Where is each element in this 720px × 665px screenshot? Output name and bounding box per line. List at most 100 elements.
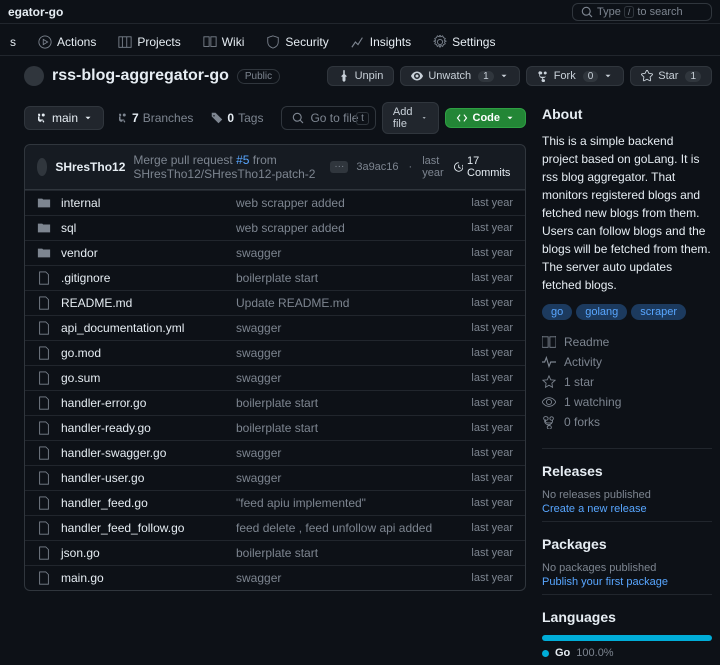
file-name[interactable]: json.go [61,546,236,560]
topic-go[interactable]: go [542,304,572,320]
nav-projects[interactable]: Projects [108,31,190,53]
file-name[interactable]: api_documentation.yml [61,321,236,335]
file-name[interactable]: go.sum [61,371,236,385]
fork-icon [542,415,556,429]
file-commit-msg[interactable]: swagger [236,321,463,335]
file-commit-msg[interactable]: swagger [236,371,463,385]
file-time: last year [471,447,513,459]
file-time: last year [471,297,513,309]
file-name[interactable]: README.md [61,296,236,310]
releases-heading[interactable]: Releases [542,463,712,479]
file-commit-msg[interactable]: feed delete , feed unfollow api added [236,521,463,535]
owner-avatar[interactable] [24,66,44,86]
file-commit-msg[interactable]: swagger [236,446,463,460]
visibility-badge: Public [237,69,280,84]
file-commit-msg[interactable]: boilerplate start [236,271,463,285]
watching-link[interactable]: 1 watching [542,392,712,412]
project-icon [118,35,132,49]
eye-icon [411,70,423,82]
branches-link[interactable]: 7Branches [110,111,199,125]
expand-commit-button[interactable]: ··· [330,161,348,173]
file-commit-msg[interactable]: "feed apiu implemented" [236,496,463,510]
language-go[interactable]: Go 100.0% [542,647,712,659]
file-icon [37,296,51,310]
file-name[interactable]: internal [61,196,236,210]
activity-link[interactable]: Activity [542,352,712,372]
file-name[interactable]: handler-error.go [61,396,236,410]
file-row: main.goswaggerlast year [25,565,525,590]
publish-package-link[interactable]: Publish your first package [542,576,712,588]
search-input[interactable]: Type / to search [572,3,712,21]
file-name[interactable]: handler_feed.go [61,496,236,510]
commits-link[interactable]: 17 Commits [454,155,513,179]
file-name[interactable]: vendor [61,246,236,260]
file-row: handler_feed_follow.gofeed delete , feed… [25,515,525,540]
tags-link[interactable]: 0Tags [205,111,269,125]
file-commit-msg[interactable]: web scrapper added [236,196,463,210]
add-file-button[interactable]: Add file [382,102,439,134]
file-name[interactable]: handler-swagger.go [61,446,236,460]
language-bar [542,635,712,641]
file-time: last year [471,272,513,284]
nav-security[interactable]: Security [256,31,338,53]
file-commit-msg[interactable]: swagger [236,471,463,485]
go-to-file-input[interactable]: Go to file t [281,106,375,130]
file-commit-msg[interactable]: Update README.md [236,296,463,310]
forks-link[interactable]: 0 forks [542,412,712,432]
commit-time: last year [422,155,443,179]
create-release-link[interactable]: Create a new release [542,503,712,515]
file-commit-msg[interactable]: web scrapper added [236,221,463,235]
branch-picker[interactable]: main [24,106,104,130]
file-name[interactable]: .gitignore [61,271,236,285]
packages-heading[interactable]: Packages [542,536,712,552]
file-time: last year [471,547,513,559]
branch-icon [35,112,47,124]
commit-sha[interactable]: 3a9ac16 [356,161,398,173]
file-name[interactable]: handler_feed_follow.go [61,521,236,535]
stars-link[interactable]: 1 star [542,372,712,392]
file-commit-msg[interactable]: swagger [236,246,463,260]
file-commit-msg[interactable]: boilerplate start [236,421,463,435]
file-name[interactable]: handler-ready.go [61,421,236,435]
latest-commit-bar[interactable]: SHresTho12 Merge pull request #5 from SH… [24,144,526,190]
file-icon [37,421,51,435]
file-row: internalweb scrapper addedlast year [25,190,525,215]
search-icon [581,6,593,18]
star-button[interactable]: Star 1 [630,66,712,86]
file-name[interactable]: main.go [61,571,236,585]
file-time: last year [471,322,513,334]
book-icon [203,35,217,49]
file-commit-msg[interactable]: swagger [236,346,463,360]
fork-button[interactable]: Fork 0 [526,66,625,86]
file-commit-msg[interactable]: swagger [236,571,463,585]
topic-golang[interactable]: golang [576,304,627,320]
nav-insights[interactable]: Insights [341,31,421,53]
file-time: last year [471,372,513,384]
readme-link[interactable]: Readme [542,332,712,352]
code-button[interactable]: Code [445,108,527,128]
watch-button[interactable]: Unwatch 1 [400,66,519,86]
search-icon [292,112,304,124]
file-commit-msg[interactable]: boilerplate start [236,546,463,560]
eye-icon [542,395,556,409]
nav-wiki[interactable]: Wiki [193,31,255,53]
file-icon [37,496,51,510]
commit-message[interactable]: Merge pull request #5 from SHresTho12/SH… [133,153,322,181]
file-name[interactable]: go.mod [61,346,236,360]
file-commit-msg[interactable]: boilerplate start [236,396,463,410]
topic-scraper[interactable]: scraper [631,304,686,320]
file-icon [37,571,51,585]
nav-settings[interactable]: Settings [423,31,505,53]
unpin-button[interactable]: Unpin [327,66,395,86]
nav-actions[interactable]: Actions [28,31,106,53]
context-crumb[interactable]: egator-go [8,5,63,19]
file-name[interactable]: sql [61,221,236,235]
file-row: handler_feed.go"feed apiu implemented"la… [25,490,525,515]
repo-name[interactable]: rss-blog-aggregator-go [52,67,229,85]
branch-icon [116,112,128,124]
file-name[interactable]: handler-user.go [61,471,236,485]
file-row: README.mdUpdate README.md last year [25,290,525,315]
commit-author[interactable]: SHresTho12 [55,160,125,174]
author-avatar[interactable] [37,158,47,176]
nav-s[interactable]: s [0,31,26,53]
